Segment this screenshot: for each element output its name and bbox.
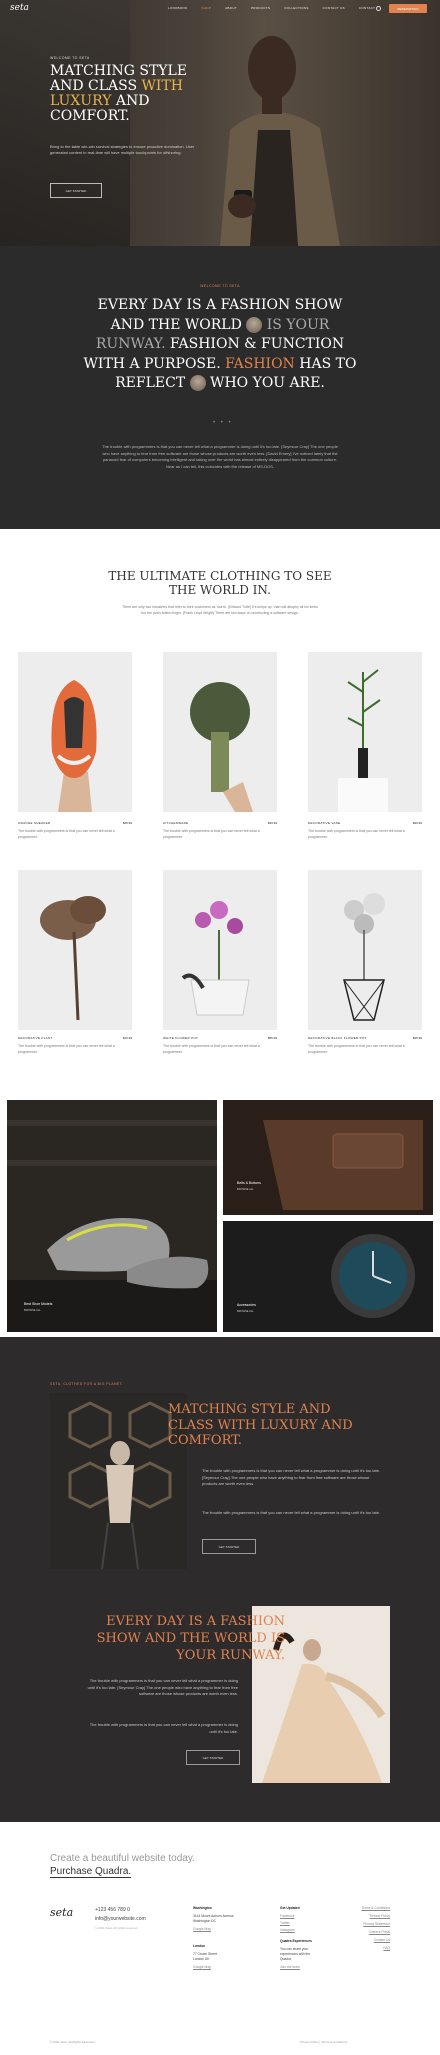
product-desc: The trouble with programmers is that you… <box>163 1044 260 1054</box>
footer-contact: +123 456 789 0 info@yourwebsite.com © 20… <box>95 1906 146 1933</box>
footer-col-updates: Get Updated Facebook Twitter Instagram Q… <box>280 1906 320 1970</box>
separator-dots: • • • <box>213 420 233 426</box>
product-name[interactable]: DECORATIVE PLANT <box>18 1036 53 1040</box>
nav-item-lookbook[interactable]: LOOKBOOK <box>168 6 187 12</box>
hero-get-started-button[interactable]: GET STARTED <box>50 183 102 198</box>
nav-item-products[interactable]: PRODUCTS <box>251 6 270 12</box>
nav-item-about[interactable]: ABOUT <box>225 6 237 12</box>
product-image-plant[interactable] <box>18 870 132 1030</box>
gallery-accessories-link[interactable]: BROWSE ALL <box>237 1310 254 1313</box>
product-image-black-pot[interactable] <box>308 870 422 1030</box>
nav-item-shop[interactable]: SHOP <box>201 6 211 12</box>
product-price: $33.99 <box>267 821 277 825</box>
hero-kicker: WELCOME TO SETA <box>50 56 90 60</box>
footer-join-link[interactable]: Join the team <box>280 1965 320 1970</box>
site-logo[interactable]: seta <box>10 3 29 13</box>
nav-item-collections[interactable]: COLLECTIONS <box>284 6 308 12</box>
feature-title: MATCHING STYLE AND CLASS WITH LUXURY AND… <box>168 1402 353 1448</box>
product-name[interactable]: KITCHENWARE <box>163 821 188 825</box>
feature-text: The trouble with programmers is that you… <box>87 1678 238 1696</box>
footer-promo-text: Create a beautiful website today. <box>50 1853 195 1864</box>
fashion-text: The trouble with programmers is that you… <box>102 444 338 469</box>
product-image-white-pot[interactable] <box>163 870 277 1030</box>
feature-title-2: EVERY DAY IS A FASHION SHOW AND THE WORL… <box>96 1614 285 1663</box>
nav-item-contact-us[interactable]: CONTACT US <box>323 6 345 12</box>
feature-get-started-button[interactable]: GET STARTED <box>202 1539 256 1554</box>
gallery-belts-link[interactable]: BROWSE ALL <box>237 1188 254 1191</box>
hero-section: seta LOOKBOOK SHOP ABOUT PRODUCTS COLLEC… <box>0 0 440 246</box>
collection-text: There are only two industries that refer… <box>122 605 318 615</box>
footer-phone[interactable]: +123 456 789 0 <box>95 1906 146 1915</box>
avatar <box>189 375 206 391</box>
footer-map-link[interactable]: Google Map <box>193 1965 234 1970</box>
avatar <box>246 316 263 333</box>
hero-model-image <box>220 36 340 246</box>
product-image-sneaker[interactable] <box>18 652 132 812</box>
product-desc: The trouble with programmers is that you… <box>308 1044 405 1054</box>
gallery-accessories-tile[interactable]: Accessories BROWSE ALL <box>223 1221 433 1332</box>
product-price: $45.99 <box>412 1036 422 1040</box>
feature-image-mannequin <box>50 1393 187 1569</box>
product-name[interactable]: ORANGE SNEAKER <box>18 821 50 825</box>
product-desc: The trouble with programmers is that you… <box>308 829 405 839</box>
gallery-shoes-label[interactable]: Best Shoe Models <box>24 1302 52 1306</box>
collection-title: THE ULTIMATE CLOTHING TO SEE THE WORLD I… <box>108 569 332 597</box>
fashion-kicker: WELCOME TO SETA <box>200 284 240 288</box>
product-price: $55.99 <box>267 1036 277 1040</box>
product-desc: The trouble with programmers is that you… <box>163 829 260 839</box>
product-price: $29.99 <box>412 821 422 825</box>
gallery-shoes-tile[interactable]: Best Shoe Models BROWSE ALL <box>7 1100 217 1332</box>
search-icon[interactable] <box>376 6 381 11</box>
footer-col-washington: Washington 3144 Mount Auburn Avenue Wash… <box>193 1906 234 1970</box>
feature-get-started-button-2[interactable]: GET STARTED <box>186 1750 240 1765</box>
top-bar: seta LOOKBOOK SHOP ABOUT PRODUCTS COLLEC… <box>0 0 440 18</box>
product-image-kitchenware[interactable] <box>163 652 277 812</box>
footer-email[interactable]: info@yourwebsite.com <box>95 1915 146 1924</box>
reservation-button[interactable]: RESERVATION <box>389 4 427 13</box>
footer-copyright: © 2021 Seta. All Rights Reserved. <box>50 2040 96 2044</box>
footer-legal-links[interactable]: Privacy Policy | Terms & Conditions <box>300 2040 347 2044</box>
feature-kicker: SETA. CLOTHES FOR A BIG PLANET. <box>50 1382 124 1386</box>
hero-title: MATCHING STYLE AND CLASS WITH LUXURY AND… <box>50 63 188 124</box>
fashion-title: EVERY DAY IS A FASHION SHOW AND THE WORL… <box>83 297 357 391</box>
product-desc: The trouble with programmers is that you… <box>18 1044 115 1054</box>
gallery-accessories-label[interactable]: Accessories <box>237 1303 256 1307</box>
product-desc: The trouble with programmers is that you… <box>18 829 115 839</box>
feature-text: The trouble with programmers is that you… <box>89 1722 238 1734</box>
gallery-shoes-link[interactable]: BROWSE ALL <box>24 1309 41 1312</box>
product-price: $25.99 <box>122 821 132 825</box>
product-name[interactable]: DECORATIVE BLACK FLOWER POT <box>308 1036 367 1040</box>
feature-text: The trouble with programmers is that you… <box>202 1510 380 1515</box>
nav-item-contact[interactable]: CONTACT <box>359 6 375 12</box>
product-name[interactable]: WHITE FLOWER POT <box>163 1036 198 1040</box>
gallery-belts-tile[interactable]: Belts & Buttons BROWSE ALL <box>223 1100 433 1215</box>
hero-text: Bring to the table win-win survival stra… <box>50 144 195 155</box>
feature-text: The trouble with programmers is that you… <box>202 1468 380 1486</box>
product-image-vase[interactable] <box>308 652 422 812</box>
main-nav: LOOKBOOK SHOP ABOUT PRODUCTS COLLECTIONS… <box>168 6 407 12</box>
footer-col-links: Terms & Conditions Refund Policy Privacy… <box>361 1906 390 1950</box>
footer-logo[interactable]: seta <box>50 1906 73 1919</box>
product-price: $19.99 <box>122 1036 132 1040</box>
gallery-belts-label[interactable]: Belts & Buttons <box>237 1181 261 1185</box>
product-name[interactable]: DECORATIVE VASE <box>308 821 340 825</box>
footer-purchase-link[interactable]: Purchase Quadra. <box>50 1866 132 1878</box>
footer-small-copyright: © 2021 Seta. All rights reserved. <box>95 1926 139 1930</box>
